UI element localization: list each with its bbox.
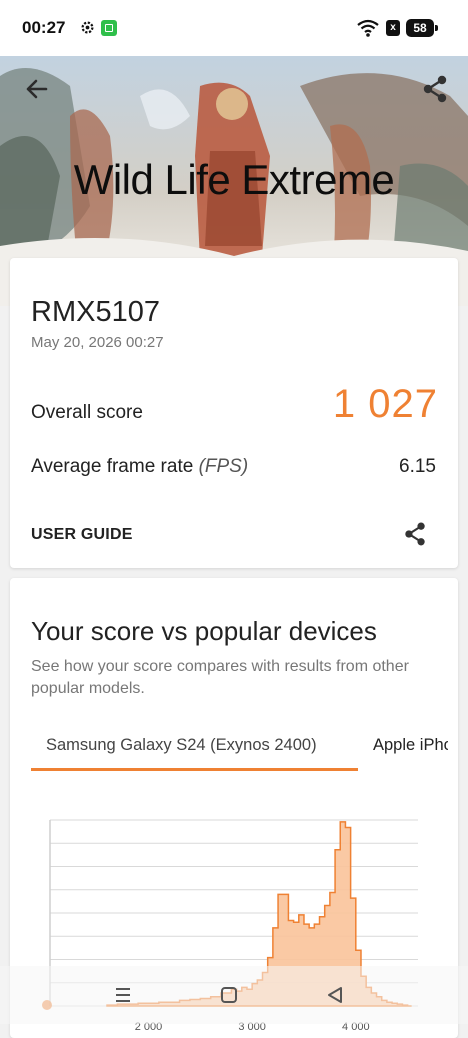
gear-icon (81, 21, 94, 34)
system-back-button[interactable] (320, 980, 350, 1010)
sim-icon: x (386, 20, 400, 36)
comparison-title: Your score vs popular devices (31, 616, 377, 646)
share-icon (423, 75, 447, 103)
status-time: 00:27 (22, 18, 66, 37)
arrow-left-icon (26, 79, 48, 99)
recent-apps-button[interactable] (108, 980, 138, 1010)
overall-score-label: Overall score (31, 402, 143, 423)
result-share-button[interactable] (402, 521, 428, 547)
share-button[interactable] (420, 74, 450, 104)
app-notification-icon (101, 20, 117, 36)
fps-label: Average frame rate (FPS) (31, 456, 248, 478)
tab-apple[interactable]: Apple iPhone (373, 736, 448, 755)
menu-icon (116, 988, 130, 1002)
wifi-icon (357, 19, 379, 37)
home-icon (221, 987, 237, 1003)
device-name: RMX5107 (31, 296, 160, 328)
back-triangle-icon (328, 987, 342, 1003)
overall-score-value: 1 027 (332, 382, 438, 426)
user-guide-link[interactable]: USER GUIDE (31, 526, 133, 544)
home-button[interactable] (214, 980, 244, 1010)
system-nav-bar (0, 966, 468, 1024)
tab-selected-underline (31, 768, 358, 771)
fps-value: 6.15 (399, 456, 436, 477)
share-icon (405, 522, 425, 546)
result-date: May 20, 2026 00:27 (31, 334, 164, 351)
tab-clip: Apple iPhone (363, 728, 448, 768)
fps-label-text: Average frame rate (31, 456, 194, 477)
result-card: RMX5107 May 20, 2026 00:27 Overall score… (10, 258, 458, 568)
back-button[interactable] (22, 74, 52, 104)
status-bar: 00:27 x 58 (0, 0, 468, 56)
tab-samsung-galaxy-s24[interactable]: Samsung Galaxy S24 (Exynos 2400) (46, 736, 317, 755)
fps-unit: (FPS) (198, 456, 249, 477)
hero-title: Wild Life Extreme (73, 156, 395, 203)
comparison-description: See how your score compares with results… (31, 658, 409, 697)
battery-icon: 58 (406, 19, 438, 37)
